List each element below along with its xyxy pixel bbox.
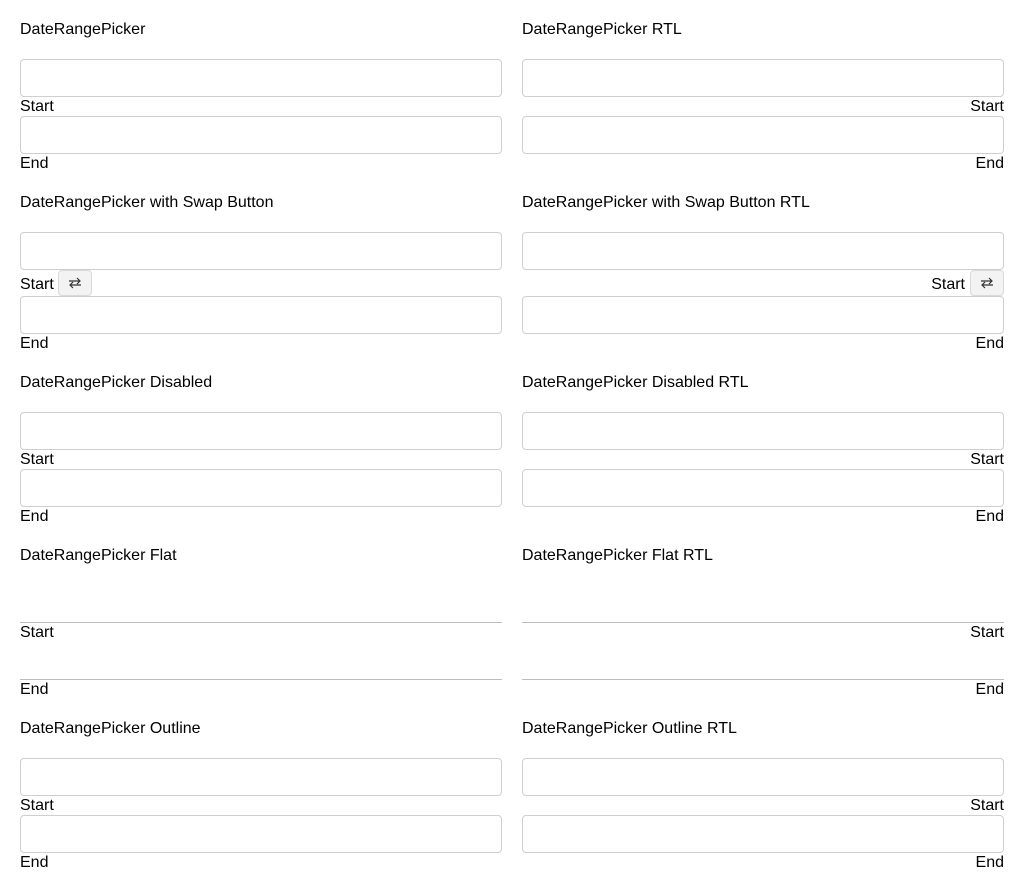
start-date-input-flat[interactable] [20,585,502,623]
section-title-outline-rtl: DateRangePicker Outline RTL [522,720,737,737]
swap-arrows-icon [981,277,993,289]
start-label: Start [970,797,1004,814]
end-date-input[interactable] [522,116,1004,154]
end-label: End [20,155,49,172]
start-label: Start [20,624,54,641]
start-date-input[interactable] [522,232,1004,270]
end-label: End [20,854,49,871]
start-date-input[interactable] [20,232,502,270]
start-date-input-disabled [522,412,1004,450]
start-date-input[interactable] [20,59,502,97]
end-label: End [975,854,1004,871]
section-title-disabled: DateRangePicker Disabled [20,374,213,391]
start-label: Start [20,98,54,115]
section-title-default-rtl: DateRangePicker RTL [522,21,682,38]
swap-button[interactable] [58,270,92,296]
start-label: Start [20,451,54,468]
section-title-swap: DateRangePicker with Swap Button [20,194,274,211]
start-label: Start [20,276,54,293]
start-date-input-outline[interactable] [20,758,502,796]
end-date-input-disabled [522,469,1004,507]
section-title-swap-rtl: DateRangePicker with Swap Button RTL [522,194,810,211]
end-label: End [975,508,1004,525]
section-title-disabled-rtl: DateRangePicker Disabled RTL [522,374,749,391]
end-date-input-disabled [20,469,502,507]
end-date-input[interactable] [20,116,502,154]
section-title-default: DateRangePicker [20,21,146,38]
section-title-outline: DateRangePicker Outline [20,720,201,737]
start-label: Start [970,624,1004,641]
swap-arrows-icon [69,277,81,289]
end-date-input-outline[interactable] [20,815,502,853]
start-date-input-outline[interactable] [522,758,1004,796]
end-label: End [975,335,1004,352]
end-date-input[interactable] [522,296,1004,334]
end-date-input-outline[interactable] [522,815,1004,853]
swap-button[interactable] [970,270,1004,296]
end-label: End [975,155,1004,172]
start-date-input-disabled [20,412,502,450]
end-date-input-flat[interactable] [20,642,502,680]
end-date-input[interactable] [20,296,502,334]
start-label: Start [20,797,54,814]
end-label: End [20,508,49,525]
end-date-input-flat[interactable] [522,642,1004,680]
start-label: Start [931,276,965,293]
start-label: Start [970,451,1004,468]
end-label: End [975,681,1004,698]
end-label: End [20,335,49,352]
section-title-flat: DateRangePicker Flat [20,547,177,564]
start-date-input-flat[interactable] [522,585,1004,623]
end-label: End [20,681,49,698]
start-date-input[interactable] [522,59,1004,97]
section-title-flat-rtl: DateRangePicker Flat RTL [522,547,713,564]
start-label: Start [970,98,1004,115]
